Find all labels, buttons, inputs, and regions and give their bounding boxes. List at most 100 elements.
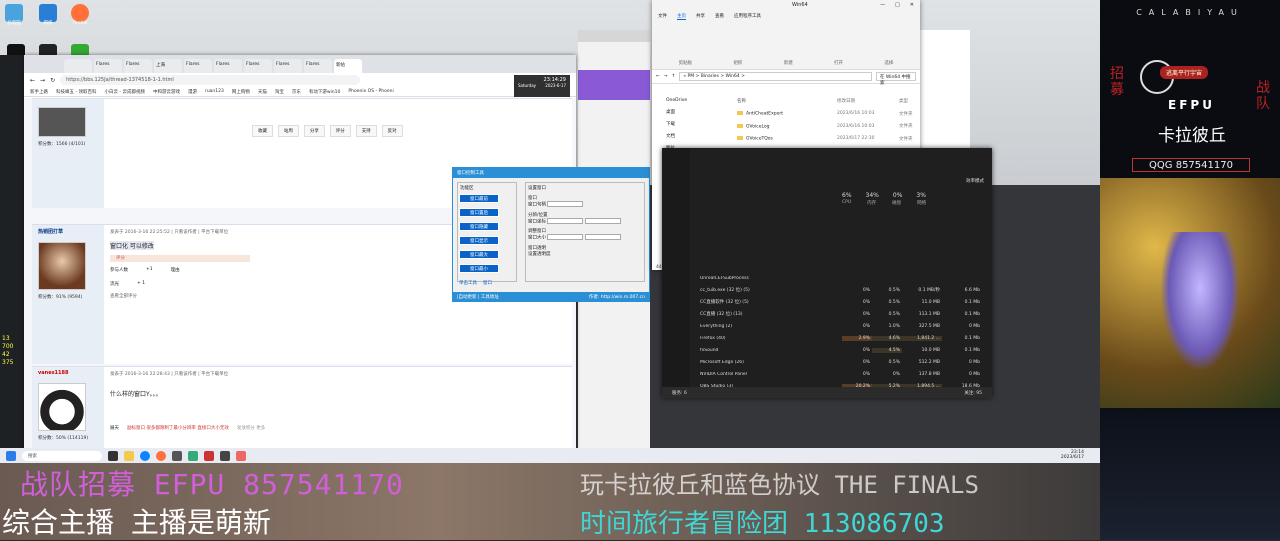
ribbon-tab-app-tools[interactable]: 应用程序工具: [734, 13, 761, 20]
browser-tab[interactable]: Flares: [274, 59, 302, 73]
taskbar-clock[interactable]: 23:14 2023/6/17: [1061, 450, 1100, 461]
app-icon[interactable]: [236, 450, 246, 461]
app-icon[interactable]: [204, 450, 214, 461]
back-icon[interactable]: ←: [30, 77, 35, 84]
taskbar-search[interactable]: 搜索: [22, 450, 102, 461]
forward-icon[interactable]: →: [40, 77, 45, 84]
bookmark-item[interactable]: 京东: [292, 89, 301, 95]
reload-icon[interactable]: ↻: [50, 77, 55, 84]
width-input[interactable]: [547, 234, 584, 240]
rater-name[interactable]: 流光: [110, 281, 119, 287]
app-icon[interactable]: [172, 450, 182, 461]
column-header-cpu[interactable]: CPU: [842, 200, 851, 206]
process-row[interactable]: Everything (2) 0% 1.0% 327.5 MB 0 Mb: [692, 320, 992, 332]
bookmark-item[interactable]: 有动下游win10: [309, 89, 341, 95]
follow-button[interactable]: 站周: [277, 125, 299, 137]
back-icon[interactable]: ←: [656, 74, 660, 79]
send-back-button[interactable]: 窗口置后: [459, 208, 499, 217]
bookmark-item[interactable]: 淘宝: [275, 89, 284, 95]
bookmark-item[interactable]: 漫游: [188, 89, 197, 95]
bookmark-item[interactable]: 小白云 - 云成都视频: [104, 89, 144, 95]
column-header-date[interactable]: 修改日期: [837, 98, 899, 104]
browser-tab-active[interactable]: 新帖: [334, 59, 362, 73]
oppose-button[interactable]: 反对: [381, 125, 403, 137]
process-row[interactable]: Firefox (40) 2.9% 4.6% 1,841.2 ... 0.1 Mb: [692, 332, 992, 344]
browser-tab[interactable]: Flares: [124, 59, 152, 73]
process-row[interactable]: fxSound 0% 4.5% 10.0 MB 0.1 Mb: [692, 344, 992, 356]
coord-y-input[interactable]: [584, 217, 621, 224]
reply-author[interactable]: 展天: [110, 425, 119, 431]
file-row[interactable]: GVoiceTQos 2023/6/17 22:30 文件夹: [727, 133, 917, 146]
window-titlebar[interactable]: [578, 30, 650, 42]
column-header-memory[interactable]: 内存: [867, 200, 876, 206]
hide-window-button[interactable]: 窗口隐藏: [459, 222, 499, 231]
tool-link[interactable]: 窗口: [483, 280, 492, 286]
tool-link[interactable]: 单击工具: [459, 280, 477, 286]
task-manager-window[interactable]: 效率模式 6% 34% 0% 3% CPU 内存 磁盘 网络 UnrealCEF…: [662, 148, 992, 398]
process-row[interactable]: NVIDIA Control Panel 0% 0% 137.8 MB 0 Mb: [692, 368, 992, 380]
browser-tab[interactable]: Flares: [184, 59, 212, 73]
maximize-icon[interactable]: □: [895, 2, 900, 8]
maximize-window-button[interactable]: 窗口最大: [459, 250, 499, 259]
see-all-ratings-link[interactable]: 查看全部评分: [110, 293, 137, 299]
support-button[interactable]: 支持: [355, 125, 377, 137]
process-row[interactable]: Microsoft Edge (26) 0% 0.5% 512.2 MB 0 Mb: [692, 356, 992, 368]
process-row[interactable]: UnrealCEFSubProcess: [692, 272, 992, 284]
nav-item-desktop[interactable]: 桌面: [652, 106, 724, 118]
bookmark-item[interactable]: 新手上路: [30, 89, 48, 95]
background-window-right[interactable]: [920, 30, 970, 150]
browser-tab[interactable]: Flares: [304, 59, 332, 73]
url-field[interactable]: https://bbs.125Ja/thread-1374518-1-1.htm…: [60, 75, 361, 85]
post-username[interactable]: 热销团打草: [32, 225, 104, 238]
share-button[interactable]: 分享: [303, 125, 325, 137]
post-username[interactable]: vanes1188: [32, 367, 104, 379]
bookmark-item[interactable]: ruan123: [205, 89, 224, 94]
start-icon[interactable]: [6, 450, 16, 461]
browser-tab[interactable]: Flares: [94, 59, 122, 73]
tool-status-left[interactable]: |自动更新 | 工具地址: [457, 294, 499, 300]
desktop-icon[interactable]: Firefox: [68, 4, 92, 27]
bookmark-item[interactable]: 网上购物: [232, 89, 250, 95]
process-row[interactable]: CC直播软件 (32 位) (5) 0% 0.5% 11.0 MB 0.1 Mb: [692, 296, 992, 308]
window-tool[interactable]: 窗口控制工具 功能区 窗口最前 窗口置后 窗口隐藏 窗口显示 窗口最大 窗口最小…: [452, 167, 650, 302]
nav-item-onedrive[interactable]: OneDrive: [652, 95, 724, 106]
bookmark-item[interactable]: Phoenix OS - Phoeni: [348, 89, 393, 94]
nav-item-downloads[interactable]: 下载: [652, 118, 724, 130]
up-icon[interactable]: ↑: [672, 74, 676, 79]
tool-status-right[interactable]: 作者: http://win.m.007.cn: [589, 294, 645, 300]
file-row[interactable]: AntiCheatExpert 2023/6/16 10:03 文件夹: [727, 108, 917, 121]
edge-icon[interactable]: [140, 450, 150, 461]
desktop-icon[interactable]: 此电脑: [2, 4, 26, 27]
height-input[interactable]: [584, 234, 621, 240]
process-row[interactable]: CC直播 (32 位) (13) 0% 0.5% 113.1 MB 0.1 Mb: [692, 308, 992, 320]
obs-icon[interactable]: [220, 450, 230, 461]
window-handle-input[interactable]: [547, 201, 584, 207]
bring-front-button[interactable]: 窗口最前: [459, 194, 499, 203]
column-header-type[interactable]: 类型: [899, 98, 908, 104]
coord-x-input[interactable]: [547, 217, 584, 224]
rate-button[interactable]: 评分: [329, 125, 351, 137]
explorer-search-input[interactable]: 在 Win64 中搜索: [876, 72, 916, 86]
browser-tab[interactable]: Flares: [214, 59, 242, 73]
ribbon-tab-file[interactable]: 文件: [658, 13, 667, 20]
favorite-button[interactable]: 收藏: [252, 125, 273, 137]
close-icon[interactable]: ✕: [910, 2, 914, 8]
taskview-icon[interactable]: [108, 450, 118, 461]
avatar[interactable]: [38, 107, 86, 137]
column-header-disk[interactable]: 磁盘: [892, 200, 901, 206]
app-icon[interactable]: [188, 450, 198, 461]
efficiency-mode-button[interactable]: 效率模式: [966, 178, 984, 184]
avatar[interactable]: [38, 242, 86, 290]
ribbon-tab-share[interactable]: 共享: [696, 13, 705, 20]
column-header-name[interactable]: 名称: [727, 98, 837, 104]
forward-icon[interactable]: →: [664, 74, 668, 79]
ribbon-tab-view[interactable]: 查看: [715, 13, 724, 20]
process-row[interactable]: cc_tuib.exe (32 位) (5) 0% 0.5% 0.1 MB/秒 6.6 …: [692, 284, 992, 296]
browser-tab[interactable]: Flares: [244, 59, 272, 73]
tool-titlebar[interactable]: 窗口控制工具: [453, 168, 649, 178]
ribbon-tab-home[interactable]: 主页: [677, 13, 686, 20]
column-header-network[interactable]: 网络: [917, 200, 926, 206]
bookmark-item[interactable]: 天猫: [258, 89, 267, 95]
bookmark-item[interactable]: 科技峰五 - 领取百科: [56, 89, 96, 95]
file-row[interactable]: GVoiceLog 2023/6/16 10:03 文件夹: [727, 120, 917, 133]
